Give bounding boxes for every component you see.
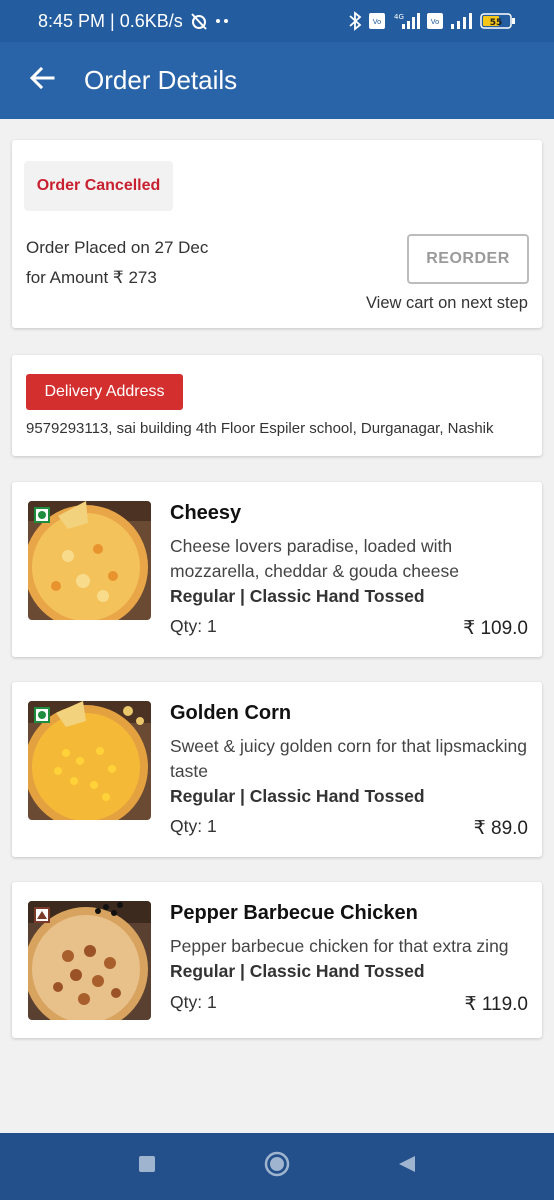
item-description: Cheese lovers paradise, loaded with mozz… xyxy=(170,534,532,609)
volte-icon-2: Vo xyxy=(426,12,444,30)
item-variant: Regular | Classic Hand Tossed xyxy=(170,586,425,606)
item-description-text: Sweet & juicy golden corn for that lipsm… xyxy=(170,736,527,781)
alarm-off-icon xyxy=(189,11,209,31)
page-title: Order Details xyxy=(84,65,238,95)
veg-icon xyxy=(34,707,50,723)
delivery-address-card: Delivery Address 9579293113, sai buildin… xyxy=(12,355,542,456)
triangle-back-icon xyxy=(397,1154,417,1179)
item-name: Pepper Barbecue Chicken xyxy=(170,902,418,924)
item-variant: Regular | Classic Hand Tossed xyxy=(170,961,425,981)
svg-text:55: 55 xyxy=(490,18,503,28)
pizza-image xyxy=(28,901,151,1020)
signal-4g-icon: 4G xyxy=(392,12,420,30)
signal-icon xyxy=(450,12,474,30)
reorder-button[interactable]: REORDER xyxy=(407,234,529,284)
square-icon xyxy=(138,1155,156,1178)
back-button[interactable] xyxy=(22,61,62,101)
delivery-address-label: Delivery Address xyxy=(26,374,183,410)
item-description-text: Pepper barbecue chicken for that extra z… xyxy=(170,936,509,956)
item-name: Cheesy xyxy=(170,502,242,524)
status-bar: 8:45 PM | 0.6KB/s Vo 4G Vo 55 xyxy=(0,0,554,42)
cart-note: View cart on next step xyxy=(365,294,528,312)
back-nav-button[interactable] xyxy=(387,1147,427,1187)
non-veg-icon xyxy=(34,907,50,923)
item-price: ₹ 119.0 xyxy=(464,994,528,1015)
order-placed-date: Order Placed on 27 Dec xyxy=(26,238,209,257)
svg-text:Vo: Vo xyxy=(373,18,382,26)
time-speed: 8:45 PM | 0.6KB/s xyxy=(38,10,183,31)
item-variant: Regular | Classic Hand Tossed xyxy=(170,786,425,806)
home-button[interactable] xyxy=(257,1147,297,1187)
item-qty: Qty: 1 xyxy=(170,992,217,1012)
pizza-image xyxy=(28,501,151,620)
order-status-badge: Order Cancelled xyxy=(24,161,173,211)
app-bar: Order Details xyxy=(0,42,554,119)
recent-apps-button[interactable] xyxy=(127,1147,167,1187)
svg-text:4G: 4G xyxy=(394,13,404,21)
bluetooth-icon xyxy=(348,11,362,31)
item-description: Pepper barbecue chicken for that extra z… xyxy=(170,934,532,984)
item-qty: Qty: 1 xyxy=(170,816,217,836)
order-amount: for Amount ₹ 273 xyxy=(26,268,157,287)
order-status-card: Order Cancelled Order Placed on 27 Dec f… xyxy=(12,140,542,328)
order-item: Pepper Barbecue Chicken Pepper barbecue … xyxy=(12,882,542,1038)
veg-icon xyxy=(34,507,50,523)
item-price: ₹ 109.0 xyxy=(463,618,528,639)
svg-text:Vo: Vo xyxy=(431,18,440,26)
volte-icon: Vo xyxy=(368,12,386,30)
order-item: Cheesy Cheese lovers paradise, loaded wi… xyxy=(12,482,542,657)
order-item: Golden Corn Sweet & juicy golden corn fo… xyxy=(12,682,542,857)
circle-icon xyxy=(263,1150,291,1183)
item-description-text: Cheese lovers paradise, loaded with mozz… xyxy=(170,536,459,581)
item-description: Sweet & juicy golden corn for that lipsm… xyxy=(170,734,532,809)
item-price: ₹ 89.0 xyxy=(473,818,528,839)
delivery-address-text: 9579293113, sai building 4th Floor Espil… xyxy=(26,420,494,437)
system-nav-bar xyxy=(0,1133,554,1200)
more-dots-icon xyxy=(215,18,229,24)
item-qty: Qty: 1 xyxy=(170,616,217,636)
battery-icon: 55 xyxy=(480,12,516,30)
order-info: Order Placed on 27 Dec for Amount ₹ 273 xyxy=(26,233,208,293)
pizza-image xyxy=(28,701,151,820)
arrow-left-icon xyxy=(29,65,55,96)
item-name: Golden Corn xyxy=(170,702,292,724)
